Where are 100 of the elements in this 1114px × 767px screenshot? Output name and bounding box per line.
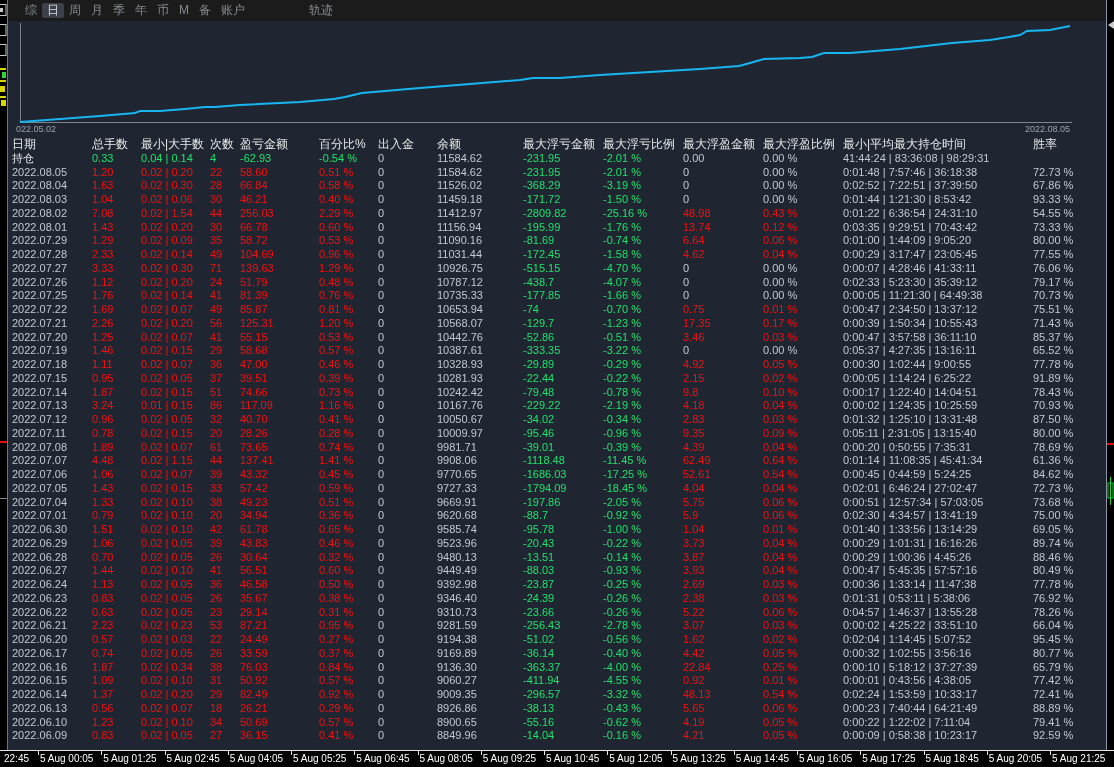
table-cell-text: 0: [378, 179, 386, 193]
time-axis-label: 5 Aug 02:45: [166, 752, 220, 765]
table-cell-text: 44: [210, 206, 224, 221]
table-cell-text: 0.28 %: [319, 426, 355, 441]
table-cell-text: 0.04 %: [763, 564, 799, 578]
table-cell-text: 0: [378, 591, 386, 606]
table-cell-text: 0.53 %: [319, 330, 355, 345]
table-cell-text: -4.07 %: [603, 275, 642, 290]
table-cell-text: 9449.49: [437, 564, 478, 578]
table-cell-text: 117.09: [240, 399, 274, 413]
table-cell-text: 0.02 | 0.14: [141, 289, 194, 303]
table-cell-text: 0: [378, 261, 386, 276]
table-cell-text: 36: [210, 578, 224, 592]
period-tab[interactable]: 年: [130, 3, 152, 18]
time-axis-label: 5 Aug 12:05: [609, 752, 663, 765]
period-tab[interactable]: 日: [42, 3, 64, 18]
table-cell-text: -13.51: [523, 550, 556, 565]
table-cell-text: 0: [378, 523, 386, 537]
table-cell-text: -34.02: [523, 413, 556, 427]
table-cell-text: 1.87: [92, 660, 115, 675]
table-cell-text: 5.22: [683, 605, 706, 620]
table-cell-text: 43.32: [240, 468, 269, 482]
table-cell-text: 29.14: [240, 605, 269, 620]
table-cell-text: 66.84: [240, 179, 269, 193]
table-cell-text: 0.51 %: [319, 495, 355, 510]
table-cell-text: -0.40 %: [603, 646, 642, 661]
table-cell-text: 0.45 %: [319, 468, 355, 482]
table-cell-text: -1.23 %: [603, 316, 642, 331]
table-cell-text: 51: [210, 385, 224, 400]
time-axis-label: 5 Aug 01:25: [103, 752, 157, 765]
table-cell-text: 41: [210, 330, 224, 345]
table-cell-text: -0.78 %: [603, 385, 642, 400]
table-cell-text: 2022.06.30: [12, 523, 69, 537]
table-cell-text: 10050.67: [437, 413, 484, 427]
table-cell-text: 9727.33: [437, 481, 478, 496]
period-tab[interactable]: 周: [64, 3, 86, 18]
table-cell-text: -55.16: [523, 715, 556, 730]
table-cell-text: 1.12: [92, 275, 115, 290]
table-cell-text: 0.04 | 0.14: [141, 151, 194, 166]
table-cell-text: -79.48: [523, 385, 556, 400]
table-cell-text: 0: [378, 371, 386, 386]
table-cell-text: 0.01 | 0.15: [141, 399, 194, 413]
table-cell-text: 0:00:23 | 7:40:44 | 64:21:49: [843, 701, 979, 716]
table-cell-text: 0: [378, 440, 386, 455]
table-cell-text: 73.68 %: [1033, 495, 1075, 510]
table-cell-text: 10735.33: [437, 289, 484, 303]
table-cell-text: 1.69: [92, 303, 115, 317]
table-cell-text: 0.41 %: [319, 729, 355, 743]
table-cell-text: 1.46: [92, 344, 115, 358]
period-tab[interactable]: 综: [20, 3, 42, 18]
table-cell-text: 1.09: [92, 674, 115, 688]
period-tab[interactable]: 备: [194, 3, 216, 18]
table-cell-text: -363.37: [523, 660, 562, 675]
table-cell-text: 2022.07.11: [12, 426, 68, 441]
table-cell-text: 77.42 %: [1033, 674, 1075, 688]
table-cell-text: 1.11: [92, 358, 114, 372]
table-cell-text: 4.21: [683, 729, 706, 743]
table-cell-text: 0:00:20 | 0:50:55 | 7:35:31: [843, 440, 973, 455]
table-cell-text: 31: [210, 674, 224, 688]
period-tab[interactable]: 账户: [216, 3, 250, 18]
table-cell-text: 9310.73: [437, 605, 478, 620]
table-cell-text: 49.23: [240, 495, 269, 510]
table-cell-text: 0: [378, 220, 386, 235]
table-cell-text: -39.01: [523, 440, 556, 455]
table-cell-text: 0.02 | 0.10: [141, 564, 194, 578]
table-cell-text: 3.46: [683, 330, 706, 345]
table-cell-text: 30: [210, 193, 224, 207]
table-cell-text: -296.57: [523, 688, 562, 702]
table-cell-text: 1.87: [92, 385, 115, 400]
time-axis-label: 5 Aug 21:25: [1052, 752, 1106, 765]
table-cell-text: 10653.94: [437, 303, 484, 317]
table-cell-text: 4.19: [683, 715, 706, 730]
table-cell-text: 0:01:48 | 7:57:46 | 36:18:38: [843, 165, 979, 180]
table-cell-text: 2022.07.26: [12, 275, 69, 290]
period-tab[interactable]: M: [174, 3, 194, 18]
table-cell-text: 1.06: [92, 468, 115, 482]
table-cell-text: 29: [210, 344, 224, 358]
table-cell-text: 0.00: [683, 151, 706, 166]
period-tab[interactable]: 月: [86, 3, 108, 18]
triangle-icon: [1107, 21, 1114, 29]
table-cell-text: -0.25 %: [603, 578, 642, 592]
table-cell-text: 85.37 %: [1033, 330, 1075, 345]
time-axis-label: 5 Aug 00:05: [40, 752, 94, 765]
table-cell-text: 0.02 | 0.05: [141, 729, 194, 743]
table-cell-text: 0.25 %: [763, 660, 799, 675]
column-header: 余额: [437, 138, 462, 152]
period-tab[interactable]: 币: [152, 3, 174, 18]
table-cell-text: 2022.06.27: [12, 564, 69, 578]
table-cell-text: 0: [378, 316, 386, 331]
table-cell-text: -231.95: [523, 151, 562, 166]
period-tab[interactable]: 季: [108, 3, 130, 18]
table-cell-text: 2022.08.05: [12, 165, 69, 180]
table-cell-text: 33.59: [240, 646, 269, 661]
table-cell-text: 0: [378, 385, 386, 400]
table-cell-text: 0.59 %: [319, 481, 355, 496]
view-tab[interactable]: 轨迹: [304, 3, 338, 18]
table-cell-text: 9480.13: [437, 550, 478, 565]
table-cell-text: 0: [378, 193, 386, 207]
table-cell-text: 39: [210, 536, 224, 551]
table-cell-text: -51.02: [523, 633, 556, 647]
